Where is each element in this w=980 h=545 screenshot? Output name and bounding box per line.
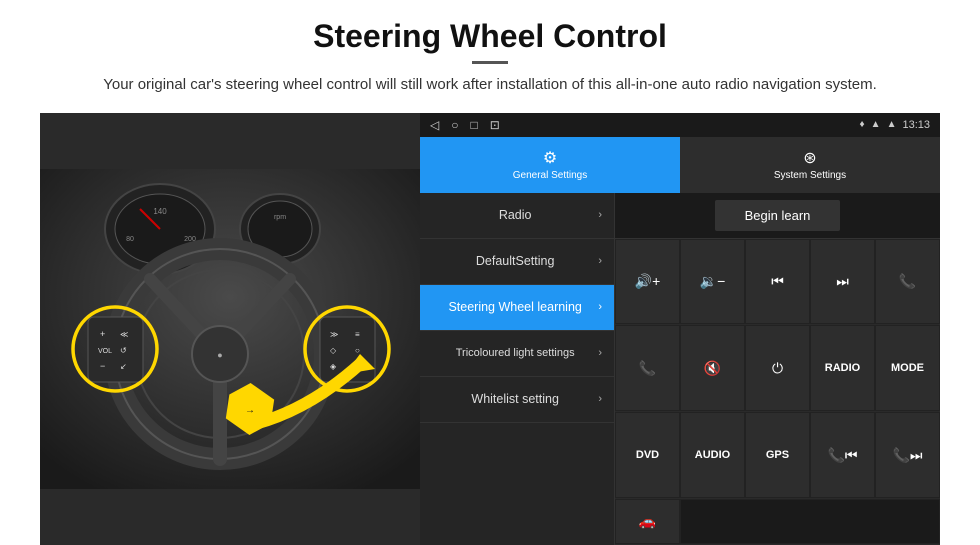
prev-button[interactable]: ⏮ xyxy=(745,239,810,325)
tab-system[interactable]: ⊛ System Settings xyxy=(680,137,940,193)
svg-text:≪: ≪ xyxy=(120,330,128,339)
left-menu: Radio › DefaultSetting › Steering Wheel … xyxy=(420,193,615,545)
vol-down-button[interactable]: 🔉− xyxy=(680,239,745,325)
menu-item-tricoloured-label: Tricoloured light settings xyxy=(432,346,598,360)
chevron-icon: › xyxy=(598,255,602,267)
hangup-icon: 📞 xyxy=(639,360,656,377)
main-content: Radio › DefaultSetting › Steering Wheel … xyxy=(420,193,940,545)
power-icon: ⏻ xyxy=(772,360,783,377)
button-row-4: 🚗 xyxy=(615,499,940,545)
svg-text:●: ● xyxy=(217,350,222,360)
chevron-icon: › xyxy=(598,347,602,359)
menu-item-radio[interactable]: Radio › xyxy=(420,193,614,239)
svg-text:rpm: rpm xyxy=(274,214,286,221)
svg-text:+: + xyxy=(100,329,105,339)
phone-icon: 📞 xyxy=(899,273,916,290)
begin-learn-row: Begin learn xyxy=(615,193,940,239)
button-row-3: DVD AUDIO GPS 📞⏮ 📞⏭ xyxy=(615,412,940,499)
signal-icon: ▲ xyxy=(887,119,897,130)
hangup-button[interactable]: 📞 xyxy=(615,325,680,411)
chevron-icon: › xyxy=(598,393,602,405)
svg-text:≫: ≫ xyxy=(330,330,338,339)
gps-label: GPS xyxy=(766,449,789,461)
home-icon[interactable]: ○ xyxy=(451,118,458,132)
mode-label: MODE xyxy=(891,362,924,374)
svg-text:≡: ≡ xyxy=(355,330,360,339)
svg-text:↙: ↙ xyxy=(120,362,127,371)
svg-text:↺: ↺ xyxy=(120,346,127,355)
menu-item-radio-label: Radio xyxy=(432,207,598,223)
back-icon[interactable]: ◁ xyxy=(430,118,439,132)
car-icon: 🚗 xyxy=(639,513,656,530)
vol-down-icon: 🔉− xyxy=(700,273,726,290)
tel-next-button[interactable]: 📞⏭ xyxy=(875,412,940,498)
svg-text:80: 80 xyxy=(126,236,134,243)
radio-button[interactable]: RADIO xyxy=(810,325,875,411)
gps-icon: ♦ xyxy=(860,119,865,130)
status-time: 13:13 xyxy=(902,119,930,131)
svg-text:◈: ◈ xyxy=(330,362,337,371)
audio-label: AUDIO xyxy=(695,449,730,461)
content-row: 140 80 200 rpm ● xyxy=(40,113,940,545)
mute-button[interactable]: 🔇 xyxy=(680,325,745,411)
empty-row-space xyxy=(680,499,940,544)
button-row-1: 🔊+ 🔉− ⏮ ⏭ 📞 xyxy=(615,239,940,326)
svg-text:→: → xyxy=(245,405,255,416)
status-bar-nav: ◁ ○ □ ⊡ xyxy=(430,118,500,132)
prev-icon: ⏮ xyxy=(771,273,784,290)
tab-general[interactable]: ⚙ General Settings xyxy=(420,137,680,193)
car-icon-button[interactable]: 🚗 xyxy=(615,499,680,544)
next-icon: ⏭ xyxy=(836,273,849,290)
svg-text:◇: ◇ xyxy=(330,346,337,355)
svg-text:−: − xyxy=(100,361,105,371)
steering-svg: 140 80 200 rpm ● xyxy=(40,169,420,489)
screenshot-icon[interactable]: ⊡ xyxy=(490,118,500,132)
wifi-icon: ▲ xyxy=(871,119,881,130)
gps-button[interactable]: GPS xyxy=(745,412,810,498)
svg-text:140: 140 xyxy=(153,207,167,216)
tel-next-icon: 📞⏭ xyxy=(892,447,922,464)
menu-item-tricoloured[interactable]: Tricoloured light settings › xyxy=(420,331,614,377)
menu-item-default[interactable]: DefaultSetting › xyxy=(420,239,614,285)
page-wrapper: Steering Wheel Control Your original car… xyxy=(0,0,980,545)
svg-text:○: ○ xyxy=(355,346,360,355)
begin-learn-button[interactable]: Begin learn xyxy=(715,200,841,231)
system-icon: ⊛ xyxy=(803,148,816,168)
radio-label: RADIO xyxy=(825,362,860,374)
tab-bar: ⚙ General Settings ⊛ System Settings xyxy=(420,137,940,193)
menu-item-whitelist-label: Whitelist setting xyxy=(432,391,598,407)
right-panel: Begin learn 🔊+ 🔉− ⏮ xyxy=(615,193,940,545)
mode-button[interactable]: MODE xyxy=(875,325,940,411)
vol-up-button[interactable]: 🔊+ xyxy=(615,239,680,325)
button-row-2: 📞 🔇 ⏻ RADIO MODE xyxy=(615,325,940,412)
steering-wheel-image: 140 80 200 rpm ● xyxy=(40,113,420,545)
chevron-icon: › xyxy=(598,209,602,221)
dvd-label: DVD xyxy=(636,449,659,461)
menu-item-steering[interactable]: Steering Wheel learning › xyxy=(420,285,614,331)
settings-icon: ⚙ xyxy=(543,148,557,168)
audio-button[interactable]: AUDIO xyxy=(680,412,745,498)
chevron-icon: › xyxy=(598,301,602,313)
tab-general-label: General Settings xyxy=(513,170,588,181)
tab-system-label: System Settings xyxy=(774,170,846,181)
tel-prev-button[interactable]: 📞⏮ xyxy=(810,412,875,498)
title-divider xyxy=(472,61,508,64)
page-subtitle: Your original car's steering wheel contr… xyxy=(103,74,877,97)
vol-up-icon: 🔊+ xyxy=(635,273,661,290)
tel-prev-icon: 📞⏮ xyxy=(827,447,857,464)
page-title: Steering Wheel Control xyxy=(313,18,667,55)
phone-answer-button[interactable]: 📞 xyxy=(875,239,940,325)
svg-text:VOL: VOL xyxy=(98,348,112,355)
dvd-button[interactable]: DVD xyxy=(615,412,680,498)
android-ui: ◁ ○ □ ⊡ ♦ ▲ ▲ 13:13 ⚙ General Settings xyxy=(420,113,940,545)
menu-item-steering-label: Steering Wheel learning xyxy=(432,299,598,315)
power-button[interactable]: ⏻ xyxy=(745,325,810,411)
next-button[interactable]: ⏭ xyxy=(810,239,875,325)
mute-icon: 🔇 xyxy=(704,360,721,377)
menu-item-whitelist[interactable]: Whitelist setting › xyxy=(420,377,614,423)
status-bar: ◁ ○ □ ⊡ ♦ ▲ ▲ 13:13 xyxy=(420,113,940,137)
menu-item-default-label: DefaultSetting xyxy=(432,253,598,269)
recent-icon[interactable]: □ xyxy=(470,118,477,132)
status-bar-info: ♦ ▲ ▲ 13:13 xyxy=(860,119,930,131)
